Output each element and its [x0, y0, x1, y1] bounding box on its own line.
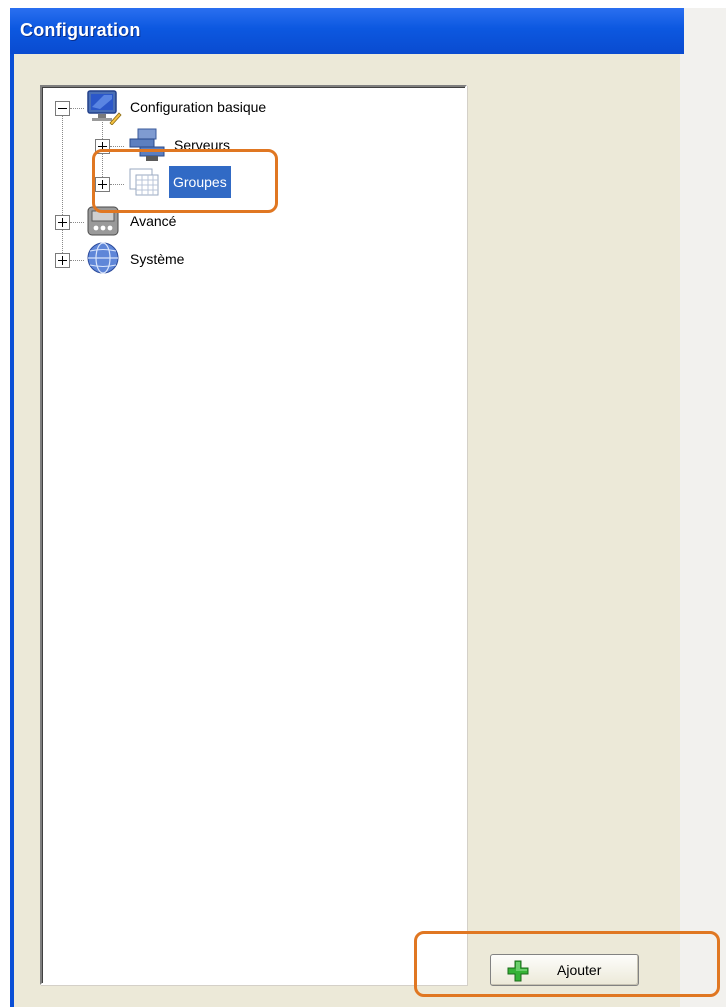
window-title: Configuration	[20, 20, 141, 40]
add-button-label: Ajouter	[557, 962, 602, 978]
green-plus-icon	[507, 960, 529, 986]
collapse-toggle[interactable]	[55, 101, 70, 116]
configuration-tree[interactable]: Configuration basique Serveurs Groupes A…	[40, 85, 467, 985]
tree-item-configuration-basique[interactable]: Configuration basique	[130, 99, 266, 115]
expand-toggle[interactable]	[55, 215, 70, 230]
expand-toggle[interactable]	[55, 253, 70, 268]
globe-icon	[84, 239, 124, 281]
tree-item-systeme[interactable]: Système	[130, 251, 184, 267]
add-button[interactable]: Ajouter	[490, 954, 639, 986]
tree-connector	[62, 109, 63, 261]
title-bar[interactable]: Configuration	[10, 8, 684, 54]
groupes-highlight	[92, 149, 278, 213]
tree-connector	[110, 146, 124, 147]
tree-connector	[70, 260, 84, 261]
tree-connector	[70, 108, 84, 109]
tree-item-avance[interactable]: Avancé	[130, 213, 176, 229]
computer-monitor-icon	[84, 89, 122, 129]
background-strip	[680, 8, 726, 1007]
tree-connector	[70, 222, 84, 223]
